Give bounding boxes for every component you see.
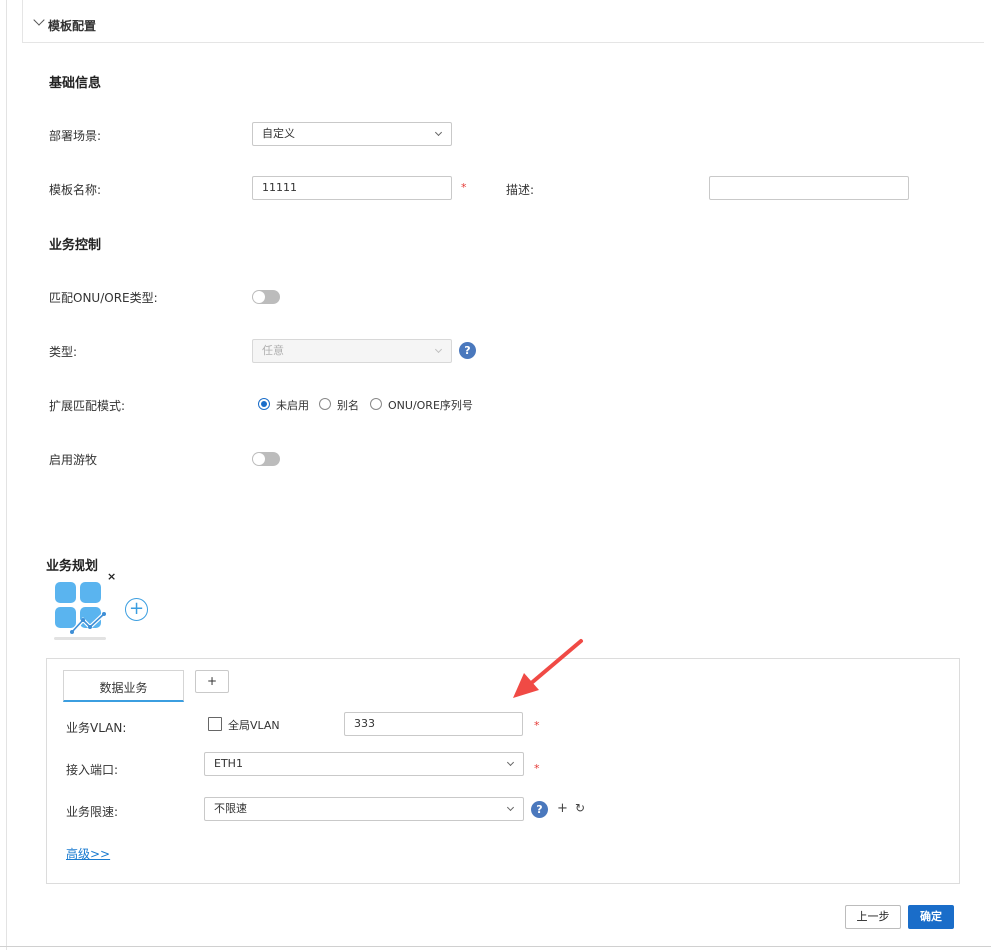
deploy-scene-value: 自定义: [262, 127, 295, 140]
template-name-value: 11111: [262, 181, 297, 194]
annotation-arrow: [513, 639, 583, 698]
help-icon[interactable]: ?: [459, 342, 476, 359]
deploy-scene-label: 部署场景:: [49, 129, 102, 143]
required-mark: *: [461, 181, 467, 194]
match-type-label: 匹配ONU/ORE类型:: [49, 291, 158, 305]
toggle-knob: [253, 291, 265, 303]
radio-alias-label: 别名: [337, 399, 359, 412]
radio-serial-label: ONU/ORE序列号: [388, 399, 473, 412]
business-control-heading: 业务控制: [49, 238, 102, 253]
section-title: 模板配置: [48, 19, 97, 33]
service-vlan-value: 333: [354, 717, 375, 730]
roaming-label: 启用游牧: [49, 453, 98, 467]
template-name-label: 模板名称:: [49, 183, 102, 197]
access-port-select[interactable]: ETH1: [204, 752, 524, 776]
template-config-header[interactable]: 模板配置: [22, 0, 984, 43]
add-tab-button[interactable]: +: [195, 670, 229, 693]
add-service-icon[interactable]: +: [125, 598, 148, 621]
help-icon[interactable]: ?: [531, 801, 548, 818]
radio-not-enabled-label: 未启用: [276, 399, 309, 412]
global-vlan-checkbox[interactable]: [208, 717, 222, 731]
refresh-icon[interactable]: ↻: [575, 801, 585, 815]
chevron-down-icon: [506, 758, 515, 767]
global-vlan-label: 全局VLAN: [228, 719, 280, 732]
chevron-down-icon: [434, 345, 443, 354]
rate-limit-label: 业务限速:: [66, 805, 119, 819]
template-name-input[interactable]: 11111: [252, 176, 452, 200]
deploy-scene-select[interactable]: 自定义: [252, 122, 452, 146]
required-mark: *: [534, 719, 540, 732]
previous-step-button[interactable]: 上一步: [845, 905, 901, 929]
access-port-value: ETH1: [214, 757, 243, 770]
window-bottom-border: [0, 946, 991, 947]
plus-icon[interactable]: +: [557, 801, 568, 816]
access-port-label: 接入端口:: [66, 763, 119, 777]
description-input[interactable]: [709, 176, 909, 200]
chevron-down-icon: [434, 128, 443, 137]
radio-not-enabled[interactable]: [258, 398, 270, 410]
data-service-icon[interactable]: [52, 580, 110, 642]
rate-limit-select[interactable]: 不限速: [204, 797, 524, 821]
window-left-border: [6, 0, 7, 950]
basic-info-heading: 基础信息: [49, 76, 102, 91]
match-type-toggle[interactable]: [252, 290, 280, 304]
type-select: 任意: [252, 339, 452, 363]
chevron-down-icon: [33, 14, 45, 26]
toggle-knob: [253, 453, 265, 465]
type-value: 任意: [262, 344, 284, 357]
close-icon[interactable]: ×: [107, 570, 116, 583]
required-mark: *: [534, 762, 540, 775]
chevron-down-icon: [506, 803, 515, 812]
confirm-button[interactable]: 确定: [908, 905, 954, 929]
type-label: 类型:: [49, 345, 78, 359]
radio-alias[interactable]: [319, 398, 331, 410]
service-vlan-input[interactable]: 333: [344, 712, 523, 736]
ext-match-label: 扩展匹配模式:: [49, 399, 126, 413]
service-vlan-label: 业务VLAN:: [66, 721, 127, 735]
roaming-toggle[interactable]: [252, 452, 280, 466]
business-planning-heading: 业务规划: [46, 559, 99, 574]
radio-serial[interactable]: [370, 398, 382, 410]
rate-limit-value: 不限速: [214, 802, 247, 815]
tab-data-service[interactable]: 数据业务: [63, 670, 184, 702]
advanced-link[interactable]: 高级>>: [66, 845, 110, 862]
description-label: 描述:: [506, 183, 535, 197]
